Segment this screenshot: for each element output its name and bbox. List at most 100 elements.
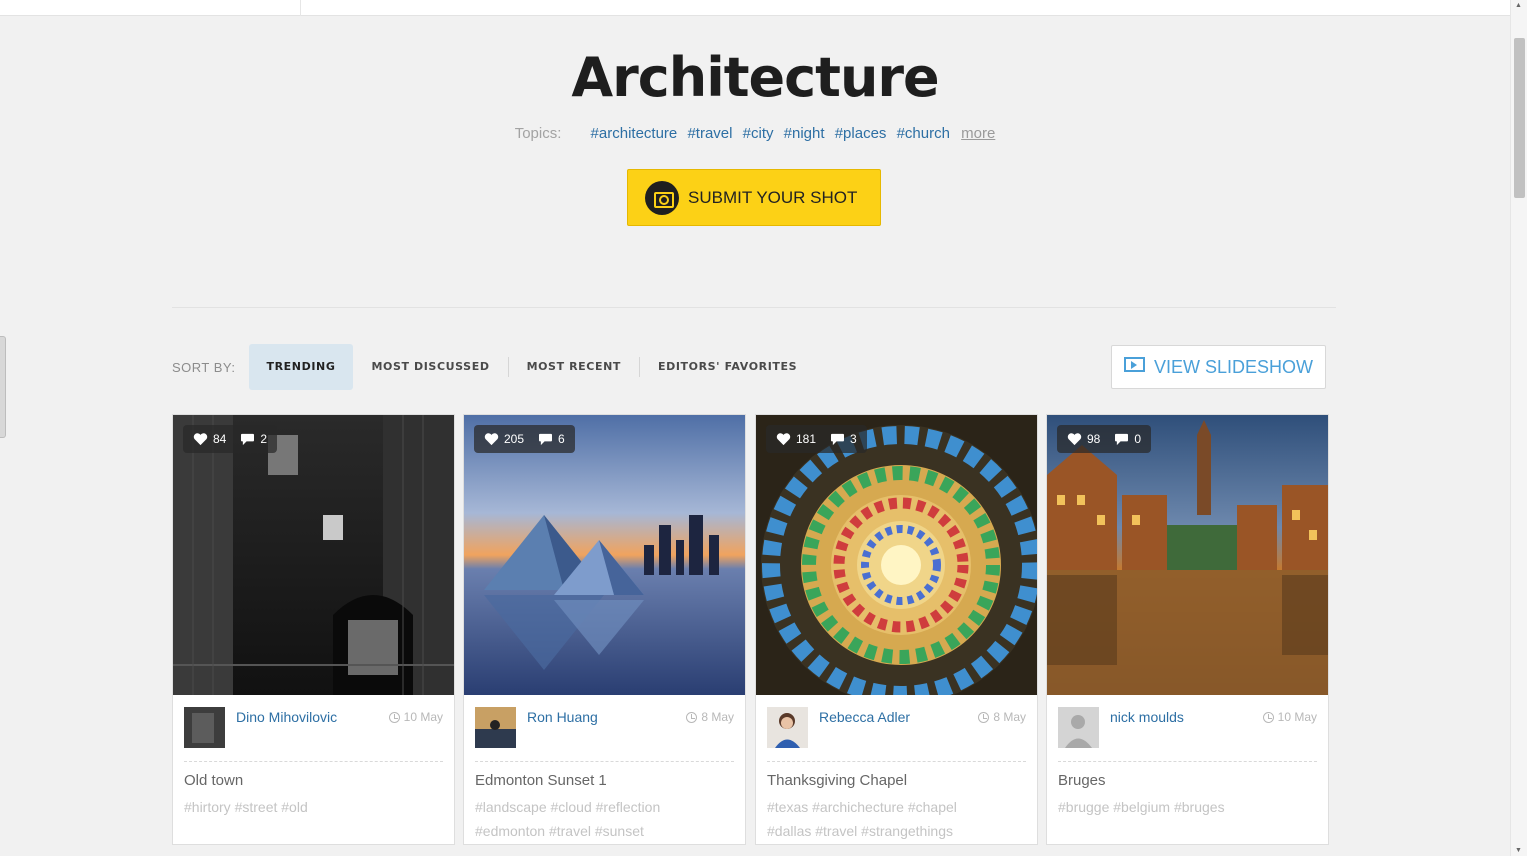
post-date: 8 May xyxy=(978,710,1026,724)
photo-stats: 84 2 xyxy=(183,425,278,453)
comments-count: 0 xyxy=(1134,432,1142,446)
comments-stat[interactable]: 2 xyxy=(240,432,267,446)
date-text: 10 May xyxy=(403,710,443,724)
photo-tags: #hirtory #street #old xyxy=(184,795,444,819)
side-feedback-tab[interactable] xyxy=(0,336,6,438)
view-slideshow-button[interactable]: VIEW SLIDESHOW xyxy=(1111,345,1326,389)
clock-icon xyxy=(1262,711,1274,723)
scrollbar-thumb[interactable] xyxy=(1514,38,1525,198)
photo-stats: 98 0 xyxy=(1057,425,1152,453)
author-link[interactable]: Ron Huang xyxy=(527,709,598,725)
card-divider xyxy=(184,761,443,762)
author-link[interactable]: Dino Mihovilovic xyxy=(236,709,337,725)
tags-line[interactable]: #edmonton #travel #sunset xyxy=(475,819,735,843)
avatar[interactable] xyxy=(184,707,225,748)
photo-edmonton-sunset[interactable] xyxy=(464,415,745,695)
avatar-placeholder[interactable] xyxy=(1058,707,1099,748)
photo-title[interactable]: Edmonton Sunset 1 xyxy=(475,772,607,789)
browser-top-bar xyxy=(0,0,1510,16)
tags-line[interactable]: #dallas #travel #strangethings xyxy=(767,819,1027,843)
sort-bar: SORT BY: TRENDING MOST DISCUSSED MOST RE… xyxy=(172,344,815,390)
photo-tags: #brugge #belgium #bruges xyxy=(1058,795,1318,819)
photo-title[interactable]: Thanksgiving Chapel xyxy=(767,772,907,789)
vertical-scrollbar[interactable]: ▲ ▼ xyxy=(1510,0,1527,856)
likes-stat[interactable]: 98 xyxy=(1067,432,1100,446)
page-title: Architecture xyxy=(571,46,939,109)
heart-icon xyxy=(193,432,208,445)
likes-count: 84 xyxy=(213,432,227,446)
likes-stat[interactable]: 181 xyxy=(776,432,816,446)
card-divider xyxy=(1058,761,1317,762)
likes-count: 181 xyxy=(796,432,817,446)
tags-line[interactable]: #hirtory #street #old xyxy=(184,795,444,819)
photo-title[interactable]: Old town xyxy=(184,772,243,789)
sort-tab-most-recent[interactable]: MOST RECENT xyxy=(509,344,639,390)
topic-tag-travel[interactable]: #travel xyxy=(687,125,732,142)
date-text: 10 May xyxy=(1277,710,1317,724)
clock-icon xyxy=(686,711,698,723)
photo-card[interactable]: 84 2 Dino Mihovilovic 10 May Old town #h… xyxy=(172,414,455,845)
photo-thanksgiving-chapel[interactable] xyxy=(756,415,1037,695)
photo-stats: 181 3 xyxy=(766,425,867,453)
comment-icon xyxy=(539,433,553,445)
top-bar-divider xyxy=(300,0,301,16)
comment-icon xyxy=(241,433,255,445)
comments-stat[interactable]: 0 xyxy=(1114,432,1141,446)
slideshow-icon xyxy=(1124,356,1145,372)
topic-tag-places[interactable]: #places xyxy=(835,125,887,142)
scroll-up-arrow-icon[interactable]: ▲ xyxy=(1515,2,1522,9)
submit-your-shot-button[interactable]: SUBMIT YOUR SHOT xyxy=(627,169,881,226)
avatar[interactable] xyxy=(475,707,516,748)
date-text: 8 May xyxy=(701,710,734,724)
tags-line[interactable]: #texas #archichecture #chapel xyxy=(767,795,1027,819)
likes-count: 205 xyxy=(504,432,525,446)
clock-icon xyxy=(978,711,990,723)
section-divider xyxy=(172,307,1336,308)
submit-button-label: SUBMIT YOUR SHOT xyxy=(688,187,858,207)
comment-icon xyxy=(1115,433,1129,445)
author-link[interactable]: nick moulds xyxy=(1110,709,1184,725)
sort-tab-most-discussed[interactable]: MOST DISCUSSED xyxy=(353,344,507,390)
photo-stats: 205 6 xyxy=(474,425,575,453)
comments-stat[interactable]: 6 xyxy=(538,432,565,446)
photo-title[interactable]: Bruges xyxy=(1058,772,1106,789)
photo-card[interactable]: 98 0 nick moulds 10 May Bruges #brugge #… xyxy=(1046,414,1329,845)
tags-line[interactable]: #brugge #belgium #bruges xyxy=(1058,795,1318,819)
heart-icon xyxy=(484,432,499,445)
topic-tag-architecture[interactable]: #architecture xyxy=(591,125,678,142)
sort-tab-editors-favorites[interactable]: EDITORS' FAVORITES xyxy=(640,344,815,390)
comments-count: 2 xyxy=(260,432,268,446)
post-date: 10 May xyxy=(1262,710,1317,724)
comments-count: 6 xyxy=(558,432,565,446)
likes-count: 98 xyxy=(1087,432,1101,446)
heart-icon xyxy=(776,432,791,445)
comments-stat[interactable]: 3 xyxy=(830,432,857,446)
post-date: 8 May xyxy=(686,710,734,724)
slideshow-button-label: VIEW SLIDESHOW xyxy=(1154,356,1314,377)
photo-card[interactable]: 205 6 Ron Huang 8 May Edmonton Sunset 1 … xyxy=(463,414,746,845)
photo-bruges[interactable] xyxy=(1047,415,1328,695)
camera-icon xyxy=(645,180,679,215)
card-divider xyxy=(475,761,734,762)
avatar[interactable] xyxy=(767,707,808,748)
photo-card[interactable]: 181 3 Rebecca Adler 8 May Thanksgiving C… xyxy=(755,414,1038,845)
topics-label: Topics: xyxy=(514,125,562,142)
likes-stat[interactable]: 84 xyxy=(193,432,226,446)
topic-tag-night[interactable]: #night xyxy=(784,125,825,142)
topic-tag-city[interactable]: #city xyxy=(743,125,774,142)
sort-tab-trending[interactable]: TRENDING xyxy=(248,344,354,390)
date-text: 8 May xyxy=(993,710,1026,724)
topics-row: Topics: #architecture #travel #city #nig… xyxy=(0,125,1510,142)
sort-by-label: SORT BY: xyxy=(172,359,236,375)
post-date: 10 May xyxy=(388,710,443,724)
photo-tags: #landscape #cloud #reflection #edmonton … xyxy=(475,795,735,843)
photo-old-town[interactable] xyxy=(173,415,454,695)
comments-count: 3 xyxy=(850,432,857,446)
topic-tag-church[interactable]: #church xyxy=(897,125,950,142)
more-topics-link[interactable]: more xyxy=(961,125,995,142)
photo-tags: #texas #archichecture #chapel #dallas #t… xyxy=(767,795,1027,843)
tags-line[interactable]: #landscape #cloud #reflection xyxy=(475,795,735,819)
scroll-down-arrow-icon[interactable]: ▼ xyxy=(1515,847,1522,854)
author-link[interactable]: Rebecca Adler xyxy=(819,709,910,725)
likes-stat[interactable]: 205 xyxy=(484,432,524,446)
